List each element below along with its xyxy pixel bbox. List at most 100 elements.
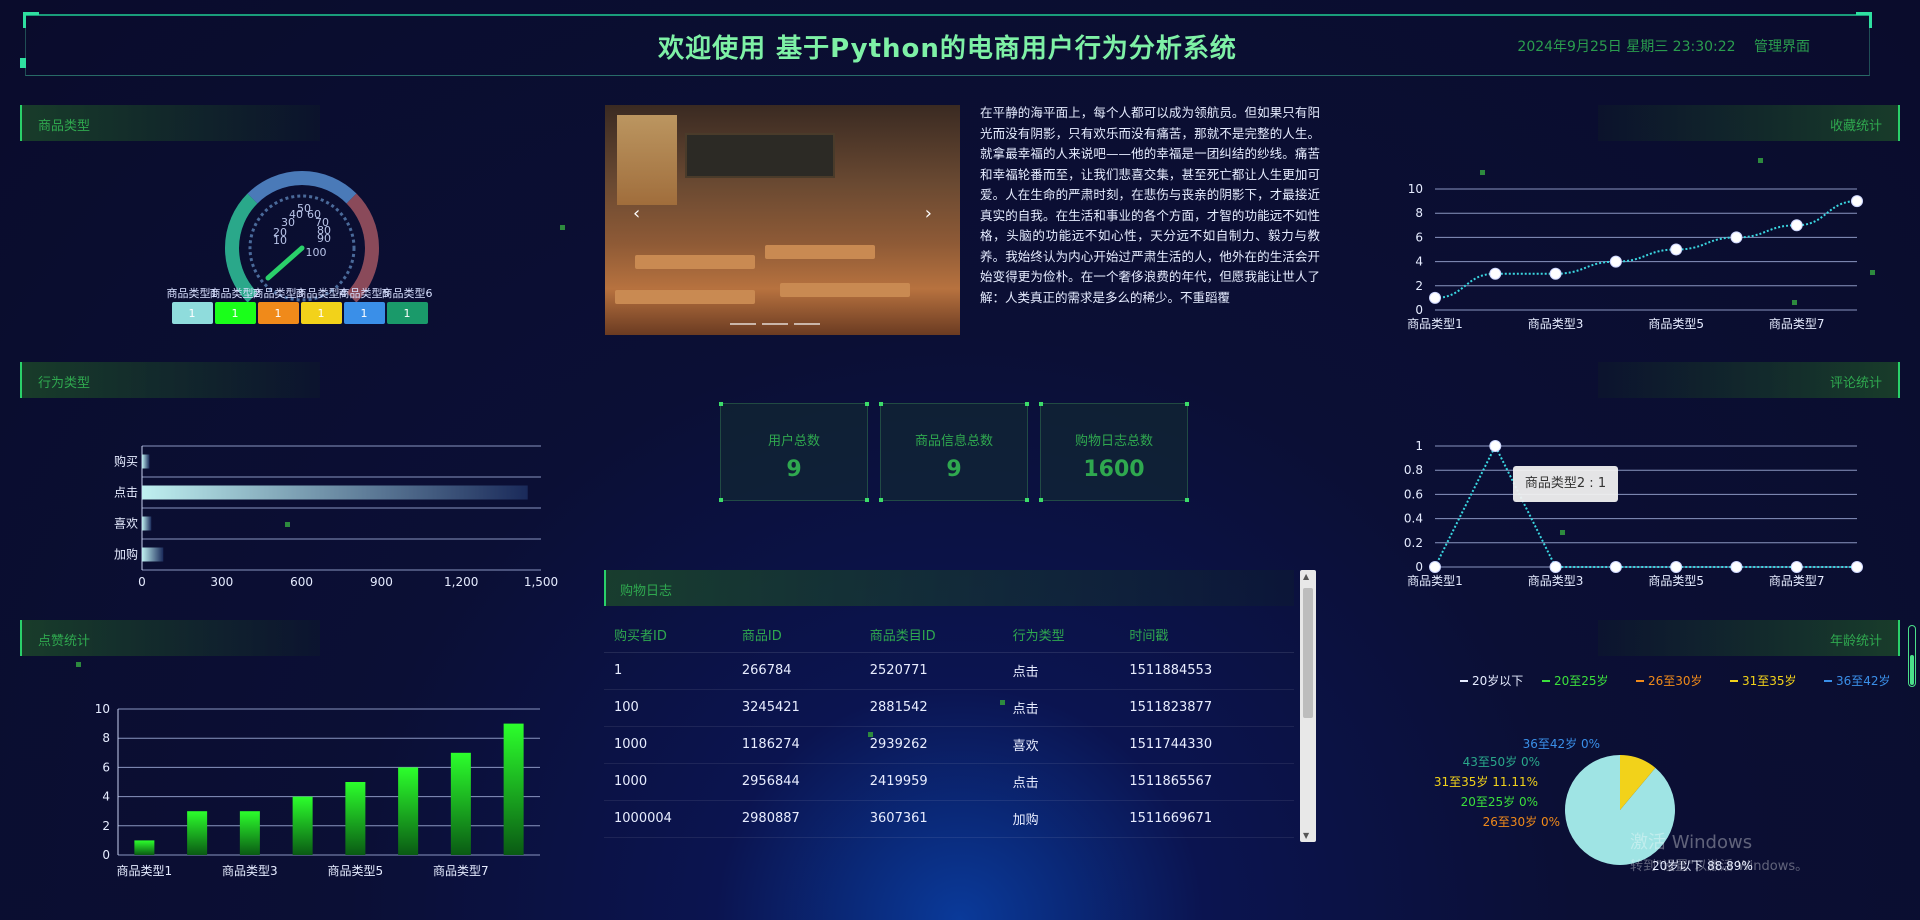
table-row[interactable]: 1 266784 2520771 点击 1511884553 — [604, 652, 1294, 690]
carousel-prev-icon[interactable]: ‹ — [633, 203, 640, 224]
bar — [398, 767, 419, 855]
y-tick-label: 4 — [102, 790, 110, 804]
x-tick-label: 300 — [210, 575, 233, 589]
panel-head-age: 年龄统计 — [1598, 620, 1900, 656]
col-header: 商品ID — [731, 618, 860, 653]
scroll-up-icon[interactable]: ▲ — [1303, 572, 1309, 581]
y-tick-label: 8 — [102, 731, 110, 745]
page-scrollbar[interactable] — [1908, 625, 1916, 687]
pie-label: 20至25岁 0% — [1461, 794, 1538, 809]
table-cell: 1000 — [604, 726, 732, 764]
x-tick-label: 商品类型1 — [117, 863, 173, 878]
date-time: 2024年9月25日 星期三 23:30:22 — [1517, 39, 1736, 55]
y-tick-label: 2 — [102, 819, 110, 833]
table-cell: 点击 — [1002, 763, 1120, 801]
x-tick-label: 0 — [138, 575, 146, 589]
header-bar: 欢迎使用 基于Python的电商用户行为分析系统 2024年9月25日 星期三 … — [23, 12, 1872, 76]
log-scrollbar[interactable]: ▲ ▼ — [1300, 570, 1316, 842]
stat-value: 9 — [946, 457, 962, 482]
table-row[interactable]: 1000 1186274 2939262 喜欢 1511744330 — [604, 726, 1294, 764]
stat-value: 9 — [786, 457, 802, 482]
table-cell: 1511823877 — [1119, 689, 1294, 727]
data-point — [1851, 195, 1863, 208]
series-line — [1434, 443, 1857, 568]
windows-watermark-title: 激活 Windows — [1630, 832, 1753, 853]
table-cell: 点击 — [1002, 689, 1120, 727]
table-cell: 喜欢 — [1002, 726, 1120, 764]
stat-label: 商品信息总数 — [914, 434, 993, 449]
data-point — [1609, 255, 1622, 268]
y-tick-label: 10 — [95, 702, 110, 716]
stat-value: 1600 — [1083, 457, 1145, 482]
panel-title: 行为类型 — [38, 376, 91, 391]
carousel-desk — [615, 290, 755, 304]
carousel-window-light — [617, 115, 677, 205]
bar — [450, 752, 471, 855]
x-tick-label: 商品类型1 — [1407, 316, 1463, 331]
legend-label: 36至42岁 — [1836, 673, 1891, 688]
data-point — [1429, 291, 1441, 304]
gauge-arc — [247, 171, 357, 204]
panel-head-comments: 评论统计 — [1598, 362, 1900, 398]
table-cell: 1000004 — [604, 800, 732, 838]
bar — [142, 547, 164, 562]
scroll-down-icon[interactable]: ▼ — [1303, 831, 1309, 840]
table-row[interactable]: 100 3245421 2881542 点击 1511823877 — [604, 689, 1294, 727]
table-header-row: 购买者ID 商品ID 商品类目ID 行为类型 时间戳 — [604, 618, 1294, 653]
panel-title: 年龄统计 — [1829, 634, 1882, 649]
y-tick-label: 0.4 — [1404, 512, 1423, 526]
table-cell: 100 — [604, 689, 732, 727]
data-point — [1851, 561, 1863, 573]
comments-line-chart: 0 0.2 0.4 0.6 0.8 1 商品类型1 商品类型3 商品类型5 商品类型7 — [1404, 439, 1863, 588]
legend-label: 20至25岁 — [1554, 673, 1609, 688]
data-point — [1429, 561, 1441, 573]
col-header: 时间戳 — [1119, 618, 1294, 653]
y-tick-label: 0.2 — [1404, 536, 1423, 550]
y-tick-label: 8 — [1415, 206, 1423, 220]
stat-card-logs: 购物日志总数 1600 — [1039, 402, 1189, 502]
table-row[interactable]: 1000004 2980887 3607361 加购 1511669671 — [604, 800, 1294, 838]
intro-text: 在平静的海平面上，每个人都可以成为领航员。但如果只有阳光而没有阴影，只有欢乐而没… — [980, 105, 1320, 305]
panel-title: 评论统计 — [1829, 376, 1882, 391]
carousel-desk — [765, 245, 875, 259]
bar — [503, 723, 524, 855]
carousel[interactable]: ‹ › — [605, 105, 960, 335]
legend-label: 31至35岁 — [1742, 673, 1797, 688]
carousel-next-icon[interactable]: › — [925, 203, 932, 224]
chart-tooltip: 商品类型2 : 1 — [1513, 466, 1618, 502]
gauge-tick-label: 90 — [317, 232, 331, 245]
bar — [345, 782, 366, 855]
table-cell: 1511884553 — [1119, 652, 1294, 690]
table-row[interactable]: 1000 2956844 2419959 点击 1511865567 — [604, 763, 1294, 801]
panel-head-favorites: 收藏统计 — [1598, 105, 1900, 141]
admin-link[interactable]: 管理界面 — [1754, 39, 1810, 55]
data-point — [1549, 267, 1562, 280]
panel-title: 购物日志 — [620, 584, 673, 599]
table-cell: 1511744330 — [1119, 726, 1294, 764]
scroll-thumb[interactable] — [1303, 588, 1313, 718]
stat-label: 用户总数 — [767, 434, 820, 449]
gauge-value: 1 — [361, 307, 368, 320]
carousel-dot[interactable] — [794, 323, 820, 325]
data-point — [1730, 561, 1743, 573]
x-tick-label: 商品类型3 — [1528, 573, 1584, 588]
x-tick-label: 900 — [370, 575, 393, 589]
carousel-dot[interactable] — [730, 323, 756, 325]
windows-watermark-sub: 转到"设置"以激活 Windows。 — [1630, 859, 1809, 874]
y-tick-label: 0 — [102, 848, 110, 862]
x-tick-label: 商品类型3 — [222, 863, 278, 878]
panel-head-product-type: 商品类型 — [20, 105, 320, 141]
carousel-dots — [730, 323, 820, 325]
panel-title: 点赞统计 — [38, 634, 91, 649]
data-point — [1670, 243, 1683, 256]
carousel-blackboard — [685, 133, 835, 178]
table-cell: 2956844 — [731, 763, 860, 801]
gauge-value: 1 — [189, 307, 196, 320]
carousel-dot[interactable] — [762, 323, 788, 325]
bar — [187, 811, 208, 855]
header-corner — [23, 12, 39, 28]
y-tick-label: 2 — [1415, 279, 1423, 293]
pie-label: 26至30岁 0% — [1483, 814, 1560, 829]
carousel-desk — [780, 283, 910, 297]
table-cell: 1000 — [604, 763, 732, 801]
